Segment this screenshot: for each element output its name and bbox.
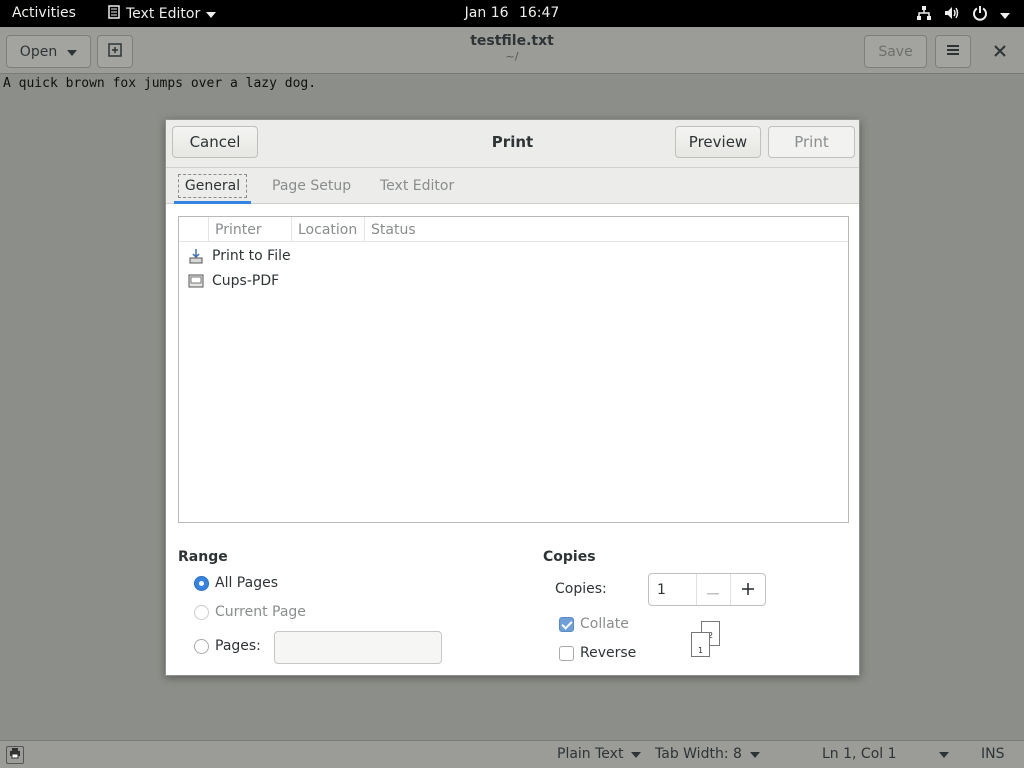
clock-date: Jan 16 [464, 5, 509, 21]
close-window-button[interactable] [985, 35, 1015, 68]
dialog-tabs: General Page Setup Text Editor [166, 168, 859, 204]
printer-list[interactable]: Printer Location Status Print to File Cu… [178, 216, 849, 523]
tab-text-editor[interactable]: Text Editor [380, 168, 454, 204]
chevron-down-icon [631, 746, 642, 762]
collate-label: Collate [580, 616, 629, 632]
printer-icon [179, 273, 212, 289]
preview-button[interactable]: Preview [675, 126, 761, 158]
chevron-down-icon [1000, 7, 1010, 23]
volume-icon [944, 5, 960, 25]
column-header-location[interactable]: Location [291, 217, 364, 242]
copies-section-title: Copies [543, 549, 596, 565]
editor-text-line: A quick brown fox jumps over a lazy dog. [3, 76, 317, 91]
printer-list-header: Printer Location Status [179, 217, 848, 242]
insert-mode-indicator[interactable]: INS [981, 746, 1005, 762]
printer-row[interactable]: Cups-PDF [179, 268, 848, 293]
minus-icon [707, 580, 720, 599]
radio-indicator [194, 638, 209, 654]
close-icon [994, 42, 1006, 61]
decrement-button[interactable] [697, 574, 732, 605]
copies-input[interactable]: 1 [649, 574, 697, 605]
language-selector[interactable]: Plain Text [557, 746, 642, 762]
printer-name: Print to File [212, 247, 291, 264]
clock-time: 16:47 [518, 5, 560, 21]
reverse-label: Reverse [580, 645, 637, 661]
tab-page-setup[interactable]: Page Setup [272, 168, 351, 204]
system-tray[interactable] [916, 5, 1010, 25]
pages-radio[interactable]: Pages: [194, 638, 261, 654]
checkbox-indicator [559, 616, 574, 632]
collate-checkbox[interactable]: Collate [559, 616, 629, 632]
dialog-header: Cancel Print Preview Print [166, 120, 859, 168]
print-dialog: Cancel Print Preview Print General Page … [165, 119, 860, 676]
clock[interactable]: Jan 16 16:47 [0, 5, 1024, 21]
language-label: Plain Text [557, 746, 624, 762]
printer-icon [9, 747, 21, 763]
column-header-printer[interactable]: Printer [208, 217, 291, 242]
print-status-button[interactable] [6, 746, 24, 764]
save-button[interactable]: Save [864, 35, 927, 68]
print-button[interactable]: Print [768, 126, 855, 158]
hamburger-menu-button[interactable] [935, 35, 971, 68]
status-bar: Plain Text Tab Width: 8 Ln 1, Col 1 INS [0, 740, 1024, 768]
chevron-down-icon [938, 746, 949, 762]
network-icon [916, 5, 932, 25]
checkbox-indicator [559, 645, 574, 661]
column-header-icon[interactable] [179, 217, 208, 242]
page-sheet-1: 1 [691, 632, 710, 657]
chevron-down-icon [749, 746, 760, 762]
radio-indicator [194, 604, 209, 620]
hamburger-menu-icon [946, 44, 960, 60]
reverse-checkbox[interactable]: Reverse [559, 645, 636, 661]
radio-indicator [194, 575, 209, 591]
tab-width-selector[interactable]: Tab Width: 8 [655, 746, 760, 762]
range-section-title: Range [178, 549, 228, 565]
plus-icon [742, 579, 755, 600]
collate-preview: 2 1 [690, 621, 724, 659]
current-page-radio[interactable]: Current Page [194, 604, 306, 620]
increment-button[interactable] [731, 574, 765, 605]
power-icon [972, 5, 988, 25]
pages-range-input[interactable] [274, 631, 442, 664]
printer-row[interactable]: Print to File [179, 243, 848, 268]
pages-label: Pages: [215, 638, 261, 654]
printer-name: Cups-PDF [212, 272, 280, 289]
tab-general[interactable]: General [174, 168, 251, 204]
tab-general-label: General [177, 174, 248, 198]
copies-label: Copies: [555, 581, 607, 597]
editor-header-bar: Open testfile.txt ~/ Save [0, 27, 1024, 74]
column-header-status[interactable]: Status [364, 217, 464, 242]
print-to-file-icon [179, 248, 212, 264]
cursor-position-label: Ln 1, Col 1 [822, 746, 897, 762]
all-pages-radio[interactable]: All Pages [194, 575, 278, 591]
top-bar: Activities Text Editor Jan 16 16:47 [0, 0, 1024, 27]
tab-width-label: Tab Width: 8 [655, 746, 742, 762]
current-page-label: Current Page [215, 604, 306, 620]
all-pages-label: All Pages [215, 575, 278, 591]
cursor-position-selector[interactable]: Ln 1, Col 1 [822, 746, 949, 762]
copies-stepper: 1 [648, 573, 766, 606]
